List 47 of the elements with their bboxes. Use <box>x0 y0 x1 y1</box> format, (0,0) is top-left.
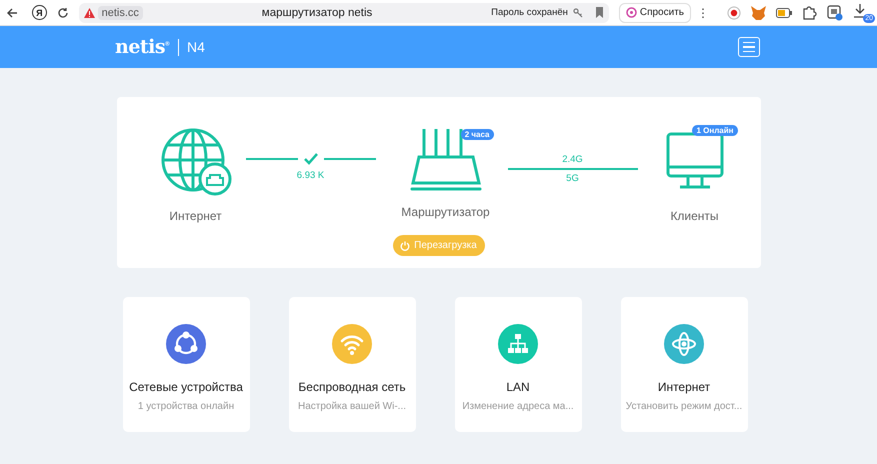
warning-icon <box>84 8 95 18</box>
tile-subtitle: Изменение адреса ма... <box>462 401 574 412</box>
internet-icon <box>664 324 704 364</box>
tile-title: LAN <box>506 380 530 394</box>
tile-subtitle: Настройка вашей Wi-... <box>298 401 406 412</box>
tile-title: Интернет <box>658 380 710 394</box>
menu-tile[interactable]: Сетевые устройства 1 устройства онлайн <box>122 297 250 432</box>
fox-icon[interactable] <box>751 6 766 20</box>
speed-text: 6.93 K <box>296 170 324 181</box>
band-label: 2.4G <box>562 154 583 165</box>
address-bar[interactable]: netis.cc маршрутизатор netis Пароль сохранён <box>78 2 609 22</box>
tile-subtitle: 1 устройства онлайн <box>138 401 234 412</box>
tile-title: Беспроводная сеть <box>298 380 406 394</box>
menu-tile[interactable]: Интернет Установить режим дост... <box>620 297 748 432</box>
band-label: 5G <box>566 173 579 184</box>
internet-label: Интернет <box>169 209 222 223</box>
uptime-badge: 2 часа <box>460 129 494 140</box>
extension-icon[interactable] <box>802 5 817 20</box>
reload-icon[interactable] <box>56 6 69 18</box>
clients-label: Клиенты <box>670 209 719 223</box>
record-icon[interactable] <box>727 6 741 20</box>
url-text: netis.cc <box>98 6 143 20</box>
back-icon[interactable] <box>6 6 18 18</box>
password-saved-text[interactable]: Пароль сохранён <box>491 7 568 18</box>
devices-icon <box>166 324 206 364</box>
menu-tile[interactable]: Беспроводная сеть Настройка вашей Wi-... <box>288 297 416 432</box>
logo: netis$^{®}$ <box>115 36 170 58</box>
lan-icon <box>498 324 538 364</box>
battery-icon[interactable] <box>776 8 792 18</box>
menu-tile[interactable]: LAN Изменение адреса ма... <box>454 297 582 432</box>
profile-button[interactable]: Я <box>32 5 47 20</box>
tile-title: Сетевые устройства <box>129 380 243 394</box>
wireless-icon <box>332 324 372 364</box>
power-icon <box>400 240 410 250</box>
ask-button[interactable]: Спросить <box>618 2 691 22</box>
key-icon[interactable] <box>572 8 583 18</box>
bookmark-icon[interactable] <box>594 7 604 18</box>
more-button[interactable]: ⋮ <box>697 6 709 20</box>
sparkle-icon <box>626 7 637 18</box>
tile-subtitle: Установить режим дост... <box>626 401 742 412</box>
model-name: N4 <box>187 39 205 55</box>
online-badge: 1 Онлайн <box>692 125 738 136</box>
router-label: Маршрутизатор <box>401 205 490 219</box>
globe-icon <box>160 127 232 197</box>
extension-icon[interactable] <box>827 4 843 20</box>
menu-button[interactable] <box>738 37 760 57</box>
page-title: маршрутизатор netis <box>260 6 374 18</box>
